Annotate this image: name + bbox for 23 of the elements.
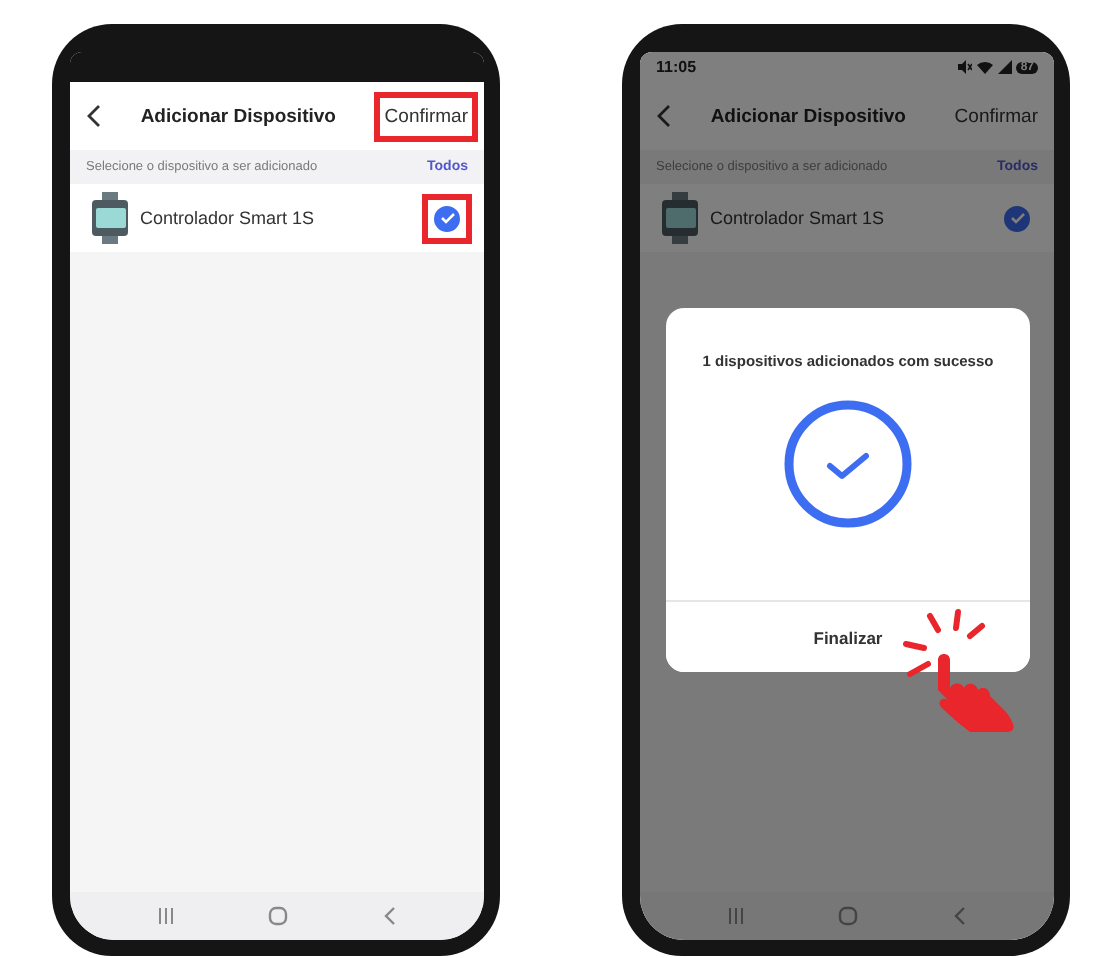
controller-device-icon	[660, 192, 700, 244]
device-row[interactable]: Controlador Smart 1S	[640, 184, 1054, 252]
checkbox[interactable]	[422, 193, 472, 243]
confirm-button[interactable]: Confirmar	[374, 91, 478, 141]
recent-apps-icon[interactable]	[157, 908, 174, 924]
screen-title: Adicionar Dispositivo	[708, 105, 908, 127]
screen-title: Adicionar Dispositivo	[138, 105, 338, 127]
controller-device-icon	[90, 192, 130, 244]
check-circle-icon	[782, 398, 914, 530]
check-icon	[1009, 212, 1025, 224]
check-icon	[439, 212, 455, 224]
device-name: Controlador Smart 1S	[140, 208, 317, 228]
home-icon[interactable]	[838, 906, 859, 926]
finish-button[interactable]: Finalizar	[666, 600, 1030, 672]
home-icon[interactable]	[268, 906, 289, 926]
signal-icon	[998, 60, 1013, 74]
device-name: Controlador Smart 1S	[710, 208, 887, 228]
back-icon[interactable]	[86, 104, 102, 128]
clock-time: 11:05	[656, 58, 697, 76]
device-row[interactable]: Controlador Smart 1S	[70, 184, 484, 252]
wifi-icon	[976, 60, 995, 74]
mute-icon	[956, 60, 973, 74]
recent-apps-icon[interactable]	[727, 908, 744, 924]
